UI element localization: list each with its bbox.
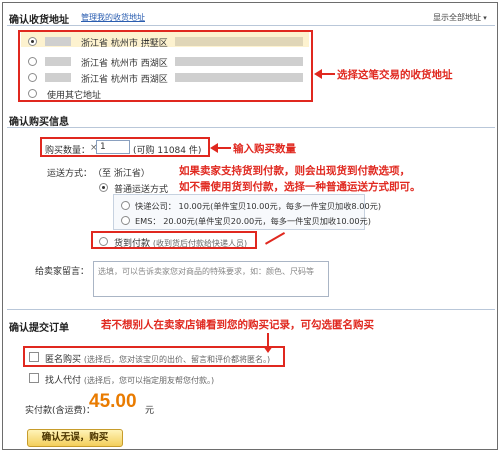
show-all-label: 显示全部地址: [433, 13, 481, 22]
proxy-pay-note: (选择后，您可以指定朋友帮您付款。): [83, 376, 215, 385]
total-price: 45.00: [89, 391, 137, 412]
arrow-icon: [210, 143, 231, 153]
arrow-icon: [314, 69, 335, 79]
quantity-highlight-box: [40, 137, 210, 157]
submit-order-button[interactable]: 确认无误，购买: [27, 429, 123, 447]
arrow-line: [267, 333, 269, 347]
message-textarea[interactable]: 选填，可以告诉卖家您对商品的特殊要求，如：颜色、尺码等: [93, 261, 329, 297]
address-annotation: 选择这笔交易的收货地址: [337, 69, 453, 81]
arrow-line: [265, 232, 286, 245]
ems-option: EMS： 20.00元(单件宝贝20.00元，每多一件宝贝加收10.00元): [135, 216, 371, 226]
total-unit: 元: [145, 406, 155, 416]
purchase-section-title: 确认购买信息: [9, 117, 69, 128]
total-label: 实付款(含运费)：: [25, 406, 96, 416]
order-section-title: 确认提交订单: [9, 323, 69, 334]
proxy-pay-checkbox[interactable]: [29, 373, 39, 383]
manage-address-link[interactable]: 管理我的收货地址: [81, 12, 145, 23]
standard-shipping-radio[interactable]: [99, 183, 108, 192]
shipping-destination: （至 浙江省）: [93, 169, 150, 179]
anonymous-annotation: 若不想别人在卖家店铺看到您的购买记录，可勾选匿名购买: [101, 319, 374, 331]
proxy-pay-option: 找人代付 (选择后，您可以指定朋友帮您付款。): [45, 373, 214, 386]
chevron-down-icon: ▾: [481, 14, 487, 22]
divider: [7, 127, 495, 128]
address-section-title: 确认收货地址: [9, 15, 69, 26]
ems-radio[interactable]: [121, 216, 130, 225]
quantity-annotation: 输入购买数量: [233, 143, 296, 155]
divider: [7, 25, 495, 26]
page-frame: 确认收货地址 管理我的收货地址 显示全部地址 ▾ 浙江省 杭州市 拱墅区 浙江省…: [2, 2, 498, 450]
cod-annotation-line2: 如不需使用货到付款，选择一种普通运送方式即可。: [179, 181, 421, 193]
anonymous-highlight-box: [23, 346, 285, 367]
address-highlight-box: [18, 30, 313, 102]
divider: [7, 309, 495, 310]
proxy-pay-label: 找人代付: [45, 376, 82, 386]
message-label: 给卖家留言：: [35, 267, 90, 277]
show-all-address-link[interactable]: 显示全部地址 ▾: [433, 12, 487, 23]
shipping-label: 运送方式：: [47, 169, 93, 179]
cod-annotation-line1: 如果卖家支持货到付款，则会出现货到付款选项，: [179, 165, 410, 177]
cod-highlight-box: [91, 231, 257, 249]
express-radio[interactable]: [121, 201, 130, 210]
express-option: 快递公司： 10.00元(单件宝贝10.00元，每多一件宝贝加收8.00元): [135, 201, 382, 211]
